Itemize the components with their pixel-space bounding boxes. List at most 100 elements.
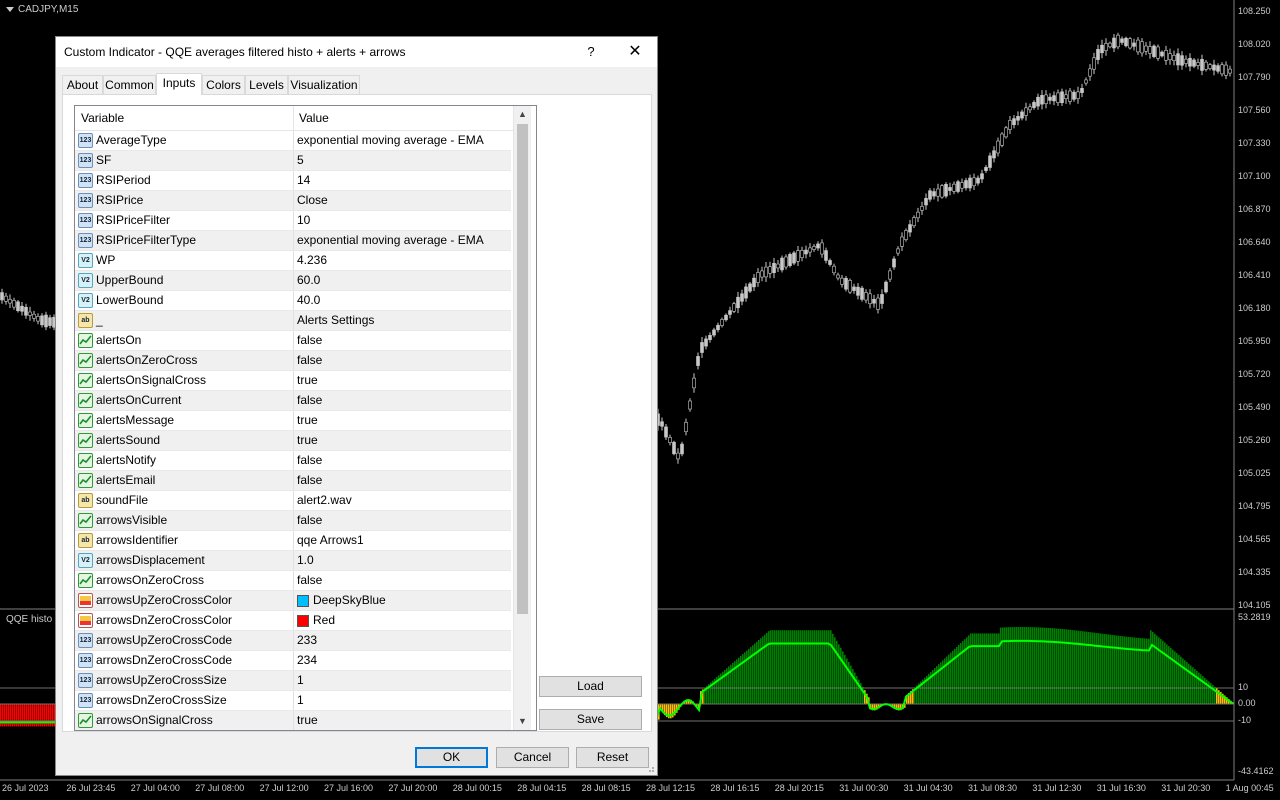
- input-row[interactable]: 123 RSIPrice Close: [75, 191, 511, 211]
- cell-divider: [293, 651, 294, 670]
- cell-divider: [293, 571, 294, 590]
- integer-type-icon: 123: [78, 193, 93, 208]
- variable-value[interactable]: Close: [297, 191, 328, 210]
- input-row[interactable]: alertsMessage true: [75, 411, 511, 431]
- input-row[interactable]: 123 SF 5: [75, 151, 511, 171]
- tab-levels[interactable]: Levels: [245, 75, 288, 94]
- input-row[interactable]: arrowsVisible false: [75, 511, 511, 531]
- input-row[interactable]: alertsOnZeroCross false: [75, 351, 511, 371]
- variable-value[interactable]: Red: [297, 611, 335, 630]
- input-row[interactable]: arrowsOnSignalCross true: [75, 711, 511, 730]
- variable-name: alertsNotify: [96, 453, 157, 467]
- tab-colors[interactable]: Colors: [202, 75, 245, 94]
- variable-value[interactable]: 1: [297, 671, 304, 690]
- variable-value[interactable]: true: [297, 431, 318, 450]
- cell-divider: [293, 711, 294, 730]
- variable-value[interactable]: 1: [297, 691, 304, 710]
- value-text: 4.236: [297, 253, 328, 267]
- variable-value[interactable]: qqe Arrows1: [297, 531, 364, 550]
- input-row[interactable]: alertsEmail false: [75, 471, 511, 491]
- variable-value[interactable]: 5: [297, 151, 304, 170]
- price-tick-label: 108.250: [1238, 6, 1271, 16]
- input-row[interactable]: 123 AverageType exponential moving average…: [75, 131, 511, 151]
- variable-value[interactable]: false: [297, 511, 322, 530]
- input-row[interactable]: arrowsUpZeroCrossColor DeepSkyBlue: [75, 591, 511, 611]
- bool-type-icon: [78, 573, 93, 588]
- variable-value[interactable]: alert2.wav: [297, 491, 352, 510]
- price-tick-label: 106.640: [1238, 237, 1271, 247]
- reset-button[interactable]: Reset: [576, 747, 649, 768]
- value-text: true: [297, 413, 318, 427]
- tab-inputs[interactable]: Inputs: [156, 73, 202, 95]
- column-value[interactable]: Value: [293, 106, 513, 130]
- input-row[interactable]: ab _ Alerts Settings: [75, 311, 511, 331]
- column-variable[interactable]: Variable: [75, 106, 293, 130]
- variable-value[interactable]: false: [297, 391, 322, 410]
- ok-button[interactable]: OK: [415, 747, 488, 768]
- variable-value[interactable]: 4.236: [297, 251, 327, 270]
- time-tick-label: 28 Jul 16:15: [710, 783, 760, 793]
- input-row[interactable]: ab arrowsIdentifier qqe Arrows1: [75, 531, 511, 551]
- variable-value[interactable]: exponential moving average - EMA: [297, 131, 484, 150]
- resize-grip-icon[interactable]: [645, 763, 655, 773]
- input-row[interactable]: alertsOnSignalCross true: [75, 371, 511, 391]
- input-row[interactable]: V2 LowerBound 40.0: [75, 291, 511, 311]
- variable-value[interactable]: 10: [297, 211, 310, 230]
- load-button[interactable]: Load: [539, 676, 642, 697]
- scroll-up-icon[interactable]: ▲: [514, 106, 531, 123]
- price-tick-label: 107.790: [1238, 72, 1271, 82]
- input-row[interactable]: 123 arrowsUpZeroCrossCode 233: [75, 631, 511, 651]
- variable-value[interactable]: false: [297, 351, 322, 370]
- input-row[interactable]: 123 arrowsDnZeroCrossSize 1: [75, 691, 511, 711]
- variable-value[interactable]: false: [297, 451, 322, 470]
- input-row[interactable]: arrowsOnZeroCross false: [75, 571, 511, 591]
- input-row[interactable]: 123 RSIPriceFilter 10: [75, 211, 511, 231]
- variable-value[interactable]: exponential moving average - EMA: [297, 231, 484, 250]
- help-button[interactable]: ?: [584, 42, 598, 62]
- input-row[interactable]: alertsOn false: [75, 331, 511, 351]
- inputs-panel: Variable Value 123 AverageType exponential…: [62, 94, 652, 732]
- tab-about[interactable]: About: [62, 75, 103, 94]
- input-row[interactable]: 123 RSIPeriod 14: [75, 171, 511, 191]
- variable-value[interactable]: false: [297, 331, 322, 350]
- input-row[interactable]: alertsOnCurrent false: [75, 391, 511, 411]
- variable-value[interactable]: 40.0: [297, 291, 320, 310]
- input-row[interactable]: 123 arrowsDnZeroCrossCode 234: [75, 651, 511, 671]
- variable-value[interactable]: Alerts Settings: [297, 311, 374, 330]
- close-button[interactable]: ✕: [624, 42, 646, 62]
- variable-value[interactable]: DeepSkyBlue: [297, 591, 386, 610]
- input-row[interactable]: alertsSound true: [75, 431, 511, 451]
- save-button[interactable]: Save: [539, 709, 642, 730]
- variable-value[interactable]: true: [297, 711, 318, 730]
- input-row[interactable]: arrowsDnZeroCrossColor Red: [75, 611, 511, 631]
- tab-visualization[interactable]: Visualization: [288, 75, 360, 94]
- variable-value[interactable]: true: [297, 371, 318, 390]
- scroll-thumb[interactable]: [517, 124, 528, 614]
- variable-value[interactable]: 1.0: [297, 551, 314, 570]
- input-row[interactable]: 123 RSIPriceFilterType exponential moving …: [75, 231, 511, 251]
- variable-value[interactable]: false: [297, 571, 322, 590]
- color-type-icon: [78, 593, 93, 608]
- input-row[interactable]: V2 arrowsDisplacement 1.0: [75, 551, 511, 571]
- symbol-label: CADJPY,M15: [6, 4, 78, 15]
- scroll-down-icon[interactable]: ▼: [514, 713, 531, 730]
- cell-divider: [293, 171, 294, 190]
- grid-scrollbar[interactable]: ▲ ▼: [513, 106, 531, 730]
- input-row[interactable]: V2 WP 4.236: [75, 251, 511, 271]
- variable-value[interactable]: 14: [297, 171, 310, 190]
- variable-value[interactable]: false: [297, 471, 322, 490]
- tab-common[interactable]: Common: [103, 75, 156, 94]
- input-row[interactable]: 123 arrowsUpZeroCrossSize 1: [75, 671, 511, 691]
- input-row[interactable]: alertsNotify false: [75, 451, 511, 471]
- variable-value[interactable]: 233: [297, 631, 317, 650]
- bool-type-icon: [78, 433, 93, 448]
- variable-value[interactable]: true: [297, 411, 318, 430]
- variable-value[interactable]: 60.0: [297, 271, 320, 290]
- input-row[interactable]: ab soundFile alert2.wav: [75, 491, 511, 511]
- input-row[interactable]: V2 UpperBound 60.0: [75, 271, 511, 291]
- variable-value[interactable]: 234: [297, 651, 317, 670]
- cancel-button[interactable]: Cancel: [496, 747, 569, 768]
- variable-name: arrowsUpZeroCrossCode: [96, 633, 233, 647]
- dropdown-triangle-icon[interactable]: [6, 7, 14, 12]
- time-tick-label: 31 Jul 00:30: [839, 783, 889, 793]
